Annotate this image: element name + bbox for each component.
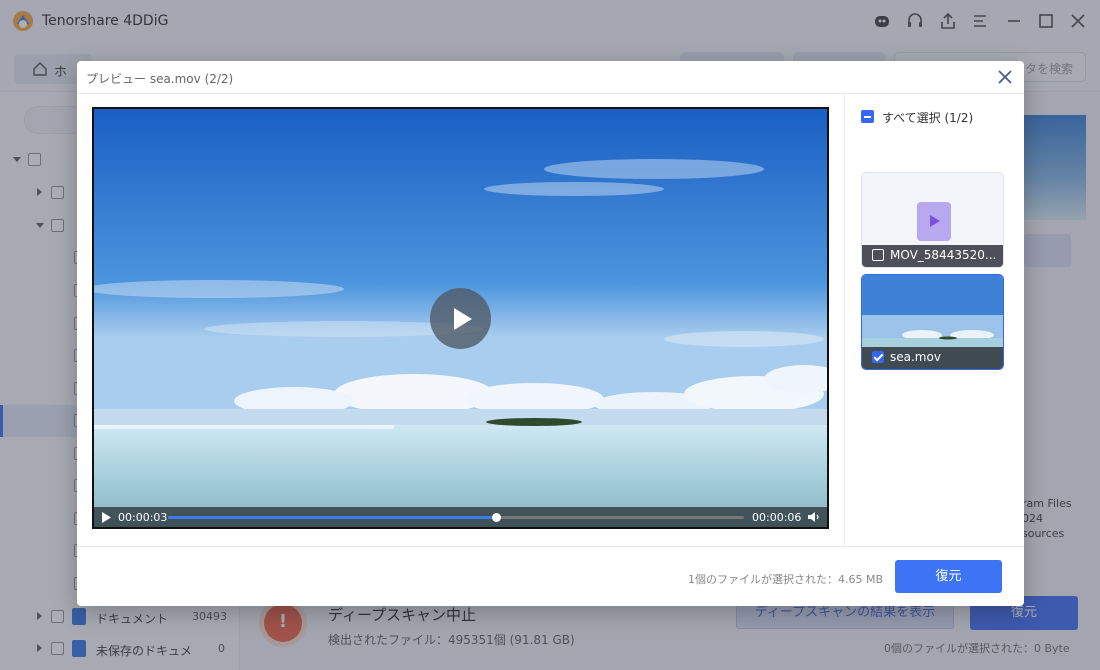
video-file-icon	[917, 202, 951, 241]
seek-handle[interactable]	[492, 513, 502, 522]
thumbnail-caption: sea.mov	[862, 347, 1003, 369]
dialog-title: プレビュー sea.mov (2/2)	[86, 72, 234, 86]
volume-icon[interactable]	[807, 511, 821, 523]
close-icon[interactable]	[996, 68, 1014, 86]
duration: 00:00:06	[752, 511, 802, 524]
play-button[interactable]	[430, 288, 491, 349]
select-all-label[interactable]: すべて選択 (1/2)	[882, 109, 973, 126]
thumbnail-caption: MOV_58443520...	[862, 245, 1003, 267]
preview-dialog: プレビュー sea.mov (2/2) 00:00:03 00:00:06 すべ…	[77, 61, 1024, 606]
dialog-header: プレビュー sea.mov (2/2)	[77, 61, 1024, 94]
file-name: MOV_58443520...	[890, 248, 997, 262]
file-checkbox[interactable]	[872, 249, 884, 261]
play-icon	[454, 308, 472, 330]
seek-bar-progress	[168, 516, 497, 519]
file-checkbox-checked[interactable]	[872, 351, 884, 363]
play-icon[interactable]	[101, 512, 112, 523]
current-time: 00:00:03	[118, 511, 168, 524]
file-thumbnail-selected[interactable]: sea.mov	[861, 274, 1004, 370]
recover-button[interactable]: 復元	[895, 560, 1002, 593]
select-all-checkbox[interactable]	[861, 110, 874, 123]
player-controls: 00:00:03 00:00:06	[94, 507, 827, 527]
video-player[interactable]: 00:00:03 00:00:06	[92, 107, 829, 529]
file-name: sea.mov	[890, 350, 941, 364]
selected-files-info: 1個のファイルが選択された：4.65 MB	[687, 573, 883, 586]
file-thumbnail[interactable]: MOV_58443520...	[861, 172, 1004, 268]
seek-bar[interactable]	[168, 513, 744, 522]
file-list-panel: すべて選択 (1/2) MOV_58443520... sea.mov	[844, 94, 1024, 546]
dialog-footer: 1個のファイルが選択された：4.65 MB 復元	[77, 546, 1024, 606]
